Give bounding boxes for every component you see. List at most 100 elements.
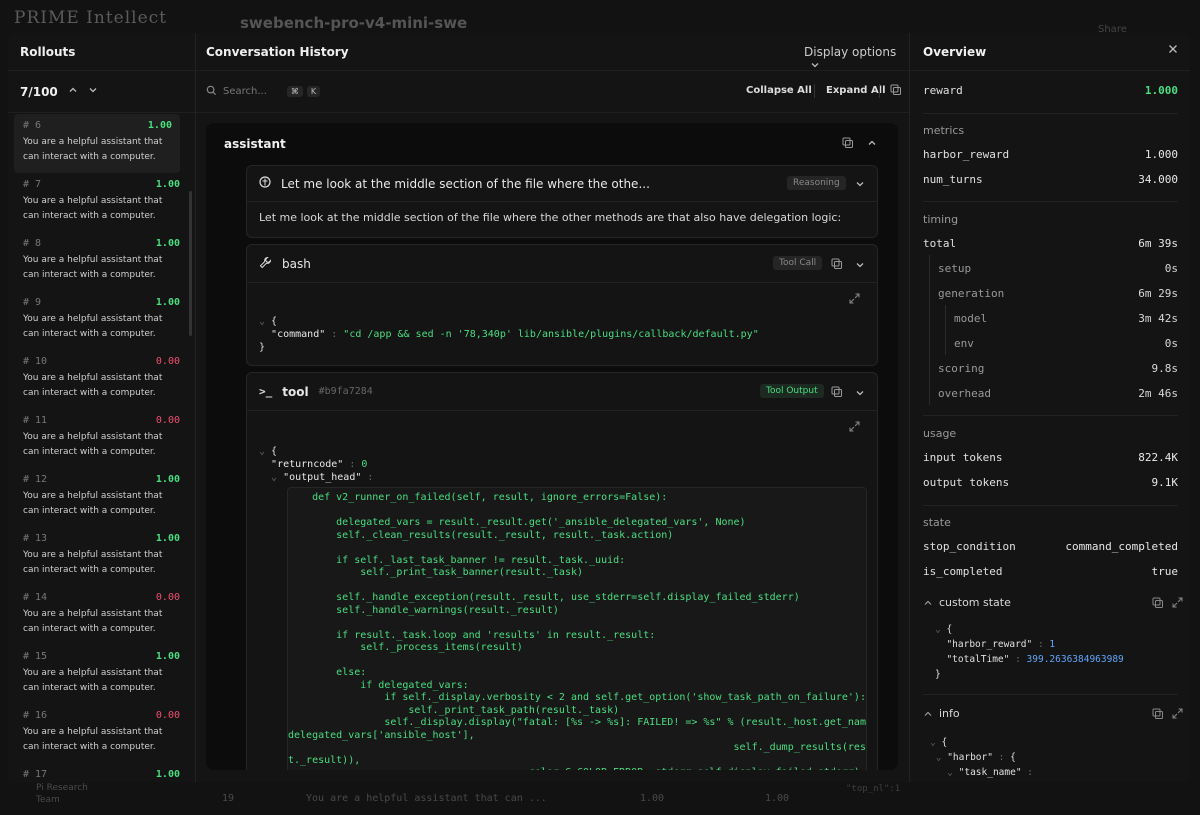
close-icon[interactable] [1168, 43, 1178, 58]
rollout-score: 1.00 [147, 120, 172, 131]
json-value-returncode: 0 [361, 459, 368, 470]
divider [923, 201, 1178, 202]
rollout-item-header: # 12 1.00 [23, 474, 180, 485]
rollout-list-item[interactable]: # 8 1.00 You are a helpful assistant that … [8, 232, 188, 291]
custom-state-header[interactable]: custom state [923, 596, 1183, 612]
custom-state-json: ⌄ { "harbor_reward" : 1 "totalTime" : 39… [935, 624, 1124, 680]
usage-section-label: usage [923, 427, 957, 440]
rollout-id: # 10 [23, 356, 48, 367]
background-row-val1: 1.00 [640, 793, 665, 804]
copy-icon[interactable] [1152, 708, 1164, 723]
rollout-id: # 17 [23, 769, 48, 780]
json-key-returncode: "returncode" [271, 459, 344, 470]
reward-row: reward 1.000 [923, 84, 1178, 97]
tool-call-header[interactable]: bash Tool Call [247, 245, 877, 283]
rollout-score: 1.00 [155, 179, 180, 190]
tool-output-card: >_ tool #b9fa7284 Tool Output ⌄ { "retur… [246, 372, 878, 770]
expand-icon[interactable] [849, 293, 860, 307]
collapse-caret-icon[interactable]: ⌄ [930, 737, 941, 748]
rollout-list-item[interactable]: # 17 1.00 [8, 763, 188, 782]
chevron-down-icon[interactable] [855, 178, 865, 192]
collapse-all-button[interactable]: Collapse All [746, 85, 812, 96]
chevron-up-icon [924, 600, 932, 605]
rollout-list-item[interactable]: # 7 1.00 You are a helpful assistant that … [8, 173, 188, 232]
rollout-list-item[interactable]: # 13 1.00 You are a helpful assistant that… [8, 527, 188, 586]
rollout-list-item[interactable]: # 10 0.00 You are a helpful assistant that… [8, 350, 188, 409]
timing-value: 0s [1164, 337, 1178, 350]
usage-value: 9.1K [1151, 476, 1179, 489]
chevron-down-icon[interactable] [88, 85, 98, 98]
timing-value: 9.8s [1151, 362, 1179, 375]
copy-icon[interactable] [831, 258, 843, 273]
json-key-output-head: "output_head" [283, 472, 362, 483]
brain-icon [259, 176, 271, 191]
reasoning-header[interactable]: Let me look at the middle section of the… [247, 166, 877, 202]
timing-value: 0s [1164, 262, 1178, 275]
reasoning-text: Let me look at the middle section of the… [259, 211, 842, 224]
collapse-caret-icon[interactable]: ⌄ [271, 472, 283, 483]
chevron-up-icon[interactable] [867, 137, 877, 151]
expand-icon[interactable] [1172, 597, 1183, 611]
rollout-id: # 6 [23, 120, 42, 131]
copy-icon[interactable] [1152, 597, 1164, 612]
chevron-up-icon[interactable] [68, 85, 78, 98]
tool-output-json: ⌄ { "returncode" : 0 ⌄ "output_head" : [259, 446, 374, 483]
tool-output-header[interactable]: >_ tool #b9fa7284 Tool Output [247, 373, 877, 411]
display-options-button[interactable]: Display options [804, 45, 909, 73]
terminal-icon: >_ [259, 385, 273, 398]
wrench-icon [259, 256, 272, 272]
team-name: Pi Research [36, 783, 88, 793]
rollout-list-scrollbar[interactable] [189, 191, 192, 336]
timing-row: model 3m 42s [954, 312, 1178, 325]
divider [923, 415, 1178, 416]
rollout-item-header: # 14 0.00 [23, 592, 180, 603]
collapse-caret-icon[interactable]: ⌄ [259, 446, 271, 457]
shortcut-cmd: ⌘ [286, 86, 303, 97]
tool-output-name: tool [282, 384, 309, 399]
chevron-up-icon [924, 711, 932, 716]
timing-value: 2m 46s [1138, 387, 1178, 400]
timing-value: 6m 29s [1138, 287, 1178, 300]
json-brace-close: } [259, 342, 266, 353]
conversation-toolbar: Search... ⌘ K Collapse All Expand All [196, 71, 909, 113]
rollout-id: # 14 [23, 592, 48, 603]
collapse-caret-icon[interactable]: ⌄ [259, 316, 271, 327]
rollout-list-item[interactable]: # 6 1.00 You are a helpful assistant that … [14, 114, 180, 173]
chevron-down-icon[interactable] [855, 387, 865, 401]
json-number: 399.2636384963989 [1026, 654, 1124, 665]
rollout-list-item[interactable]: # 14 0.00 You are a helpful assistant that… [8, 586, 188, 645]
copy-icon[interactable] [890, 84, 902, 99]
collapse-caret-icon[interactable]: ⌄ [947, 767, 958, 778]
timing-row: scoring 9.8s [938, 362, 1178, 375]
expand-icon[interactable] [1172, 708, 1183, 722]
team-switcher[interactable]: Pi Research Team [36, 782, 88, 806]
timing-label: generation [938, 287, 1005, 300]
rollout-score: 1.00 [155, 474, 180, 485]
rollout-id: # 15 [23, 651, 48, 662]
rollout-list-item[interactable]: # 16 0.00 You are a helpful assistant that… [8, 704, 188, 763]
collapse-caret-icon[interactable]: ⌄ [935, 624, 946, 635]
search-input[interactable]: Search... [223, 86, 267, 97]
rollout-list-item[interactable]: # 15 1.00 You are a helpful assistant that… [8, 645, 188, 704]
info-header[interactable]: info [923, 707, 1183, 723]
rollout-preview: You are a helpful assistant that can int… [23, 727, 163, 752]
copy-icon[interactable] [842, 137, 854, 152]
timing-row: overhead 2m 46s [938, 387, 1178, 400]
rollout-id: # 7 [23, 179, 42, 190]
state-value: true [1151, 565, 1179, 578]
copy-icon[interactable] [831, 386, 843, 401]
rollout-list-item[interactable]: # 11 0.00 You are a helpful assistant that… [8, 409, 188, 468]
rollout-list-item[interactable]: # 12 1.00 You are a helpful assistant that… [8, 468, 188, 527]
chevron-down-icon[interactable] [855, 259, 865, 273]
expand-all-button[interactable]: Expand All [826, 85, 886, 96]
toolbar-divider [879, 84, 880, 98]
background-topbar: PRIME Intellect [0, 0, 1200, 36]
shortcut-k: K [306, 86, 321, 97]
expand-icon[interactable] [849, 421, 860, 435]
json-brace-open: { [941, 737, 948, 748]
background-row-code: "top_nl":1 [846, 784, 901, 794]
collapse-caret-icon[interactable]: ⌄ [936, 752, 947, 763]
json-brace-open: { [271, 316, 278, 327]
rollout-list: # 6 1.00 You are a helpful assistant that … [8, 114, 188, 782]
rollout-list-item[interactable]: # 9 1.00 You are a helpful assistant that … [8, 291, 188, 350]
